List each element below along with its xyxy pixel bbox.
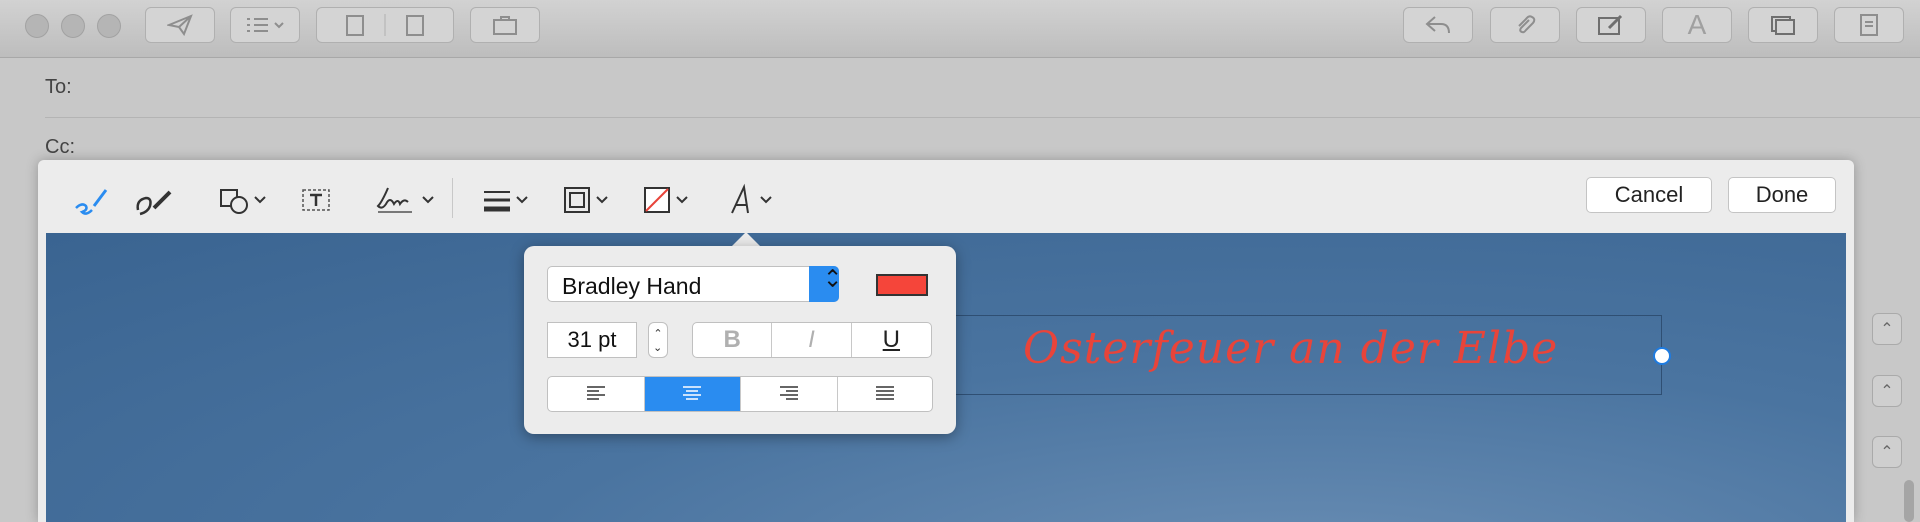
underline-button[interactable]: U: [852, 323, 931, 357]
bold-button[interactable]: B: [693, 323, 773, 357]
resize-handle[interactable]: [1653, 347, 1671, 365]
paper-plane-icon: [167, 14, 193, 36]
shape-style-icon: [484, 191, 510, 212]
sign-tool[interactable]: [372, 180, 434, 220]
border-color-tool[interactable]: [562, 180, 608, 220]
align-justify-button[interactable]: [838, 377, 933, 411]
align-center-icon: [683, 386, 702, 400]
stepper-control[interactable]: ⌃: [1872, 436, 1902, 468]
sketch-icon: [75, 189, 108, 215]
fill-color-tool[interactable]: [642, 180, 688, 220]
fill-color-icon: [644, 187, 670, 213]
text-style-icon: [731, 183, 749, 214]
reply-button[interactable]: [1403, 7, 1473, 43]
shapes-tool[interactable]: [218, 180, 266, 220]
format-label: A: [1687, 9, 1707, 40]
font-name-value: Bradley Hand: [562, 273, 702, 299]
chevron-down-icon: [516, 196, 528, 204]
minimize-window-button[interactable]: [61, 14, 85, 38]
chevron-down-icon: [676, 196, 688, 204]
paperclip-icon: [1518, 15, 1536, 34]
font-select-stepper-icon: ⌃ ⌃: [809, 265, 842, 302]
text-style-tool[interactable]: [726, 180, 772, 220]
align-right-button[interactable]: [741, 377, 838, 411]
chevron-down-icon: [596, 196, 608, 204]
close-window-button[interactable]: [25, 14, 49, 38]
stationery-button[interactable]: [1834, 7, 1904, 43]
windows-icon: [1771, 16, 1795, 35]
format-button[interactable]: A: [1662, 7, 1732, 43]
align-center-button[interactable]: [644, 377, 741, 411]
done-button[interactable]: Done: [1728, 177, 1836, 213]
shapes-icon: [220, 189, 248, 214]
mail-toolbar: A: [0, 0, 1920, 58]
markup-icon: [1598, 14, 1623, 35]
text-tool[interactable]: [300, 180, 332, 220]
align-right-icon: [779, 386, 798, 400]
send-button[interactable]: [145, 7, 215, 43]
briefcase-button[interactable]: [470, 7, 540, 43]
chevron-down-icon: [760, 196, 772, 204]
font-size-field[interactable]: 31 pt: [547, 322, 637, 358]
font-name-select[interactable]: Bradley Hand ⌃ ⌃: [547, 265, 842, 302]
briefcase-icon: [493, 16, 517, 35]
chevron-down-icon: [422, 196, 434, 204]
text-icon: [302, 189, 330, 211]
chevron-down-icon: [254, 196, 266, 204]
to-divider: [45, 117, 1920, 118]
stepper-control[interactable]: ⌃: [1872, 375, 1902, 407]
scrollbar[interactable]: [1904, 480, 1914, 522]
stationery-icon: [1860, 14, 1878, 36]
font-style-segmented-control: B I U: [692, 322, 932, 358]
align-left-button[interactable]: [548, 377, 645, 411]
italic-button[interactable]: I: [772, 323, 852, 357]
cc-label: Cc:: [45, 136, 75, 158]
text-color-swatch[interactable]: [876, 274, 928, 296]
border-color-icon: [564, 187, 590, 213]
cancel-button[interactable]: Cancel: [1586, 177, 1712, 213]
sign-icon: [376, 187, 412, 213]
sketch-tool[interactable]: [72, 180, 112, 220]
align-justify-icon: [875, 386, 894, 400]
reply-icon: [1425, 16, 1450, 34]
zoom-window-button[interactable]: [97, 14, 121, 38]
browser-button[interactable]: [1748, 7, 1818, 43]
draw-tool[interactable]: [132, 180, 180, 220]
document-icon: [346, 14, 424, 36]
align-left-icon: [586, 386, 605, 400]
draw-icon: [136, 190, 172, 216]
text-style-popover: Bradley Hand ⌃ ⌃ 31 pt ⌃ ⌃ B I U: [524, 246, 956, 434]
annotation-text[interactable]: Osterfeuer an der Elbe: [1023, 323, 1558, 374]
stepper-control[interactable]: ⌃: [1872, 313, 1902, 345]
toolbar-separator: [452, 178, 453, 218]
font-size-stepper[interactable]: ⌃ ⌃: [648, 322, 668, 358]
header-fields-button[interactable]: [230, 7, 300, 43]
to-label: To:: [45, 76, 72, 98]
alignment-segmented-control: [547, 376, 933, 412]
attachment-format-buttons[interactable]: [316, 7, 454, 43]
attach-button[interactable]: [1490, 7, 1560, 43]
list-icon: [247, 18, 284, 32]
markup-button[interactable]: [1576, 7, 1646, 43]
shape-style-tool[interactable]: [482, 180, 528, 220]
